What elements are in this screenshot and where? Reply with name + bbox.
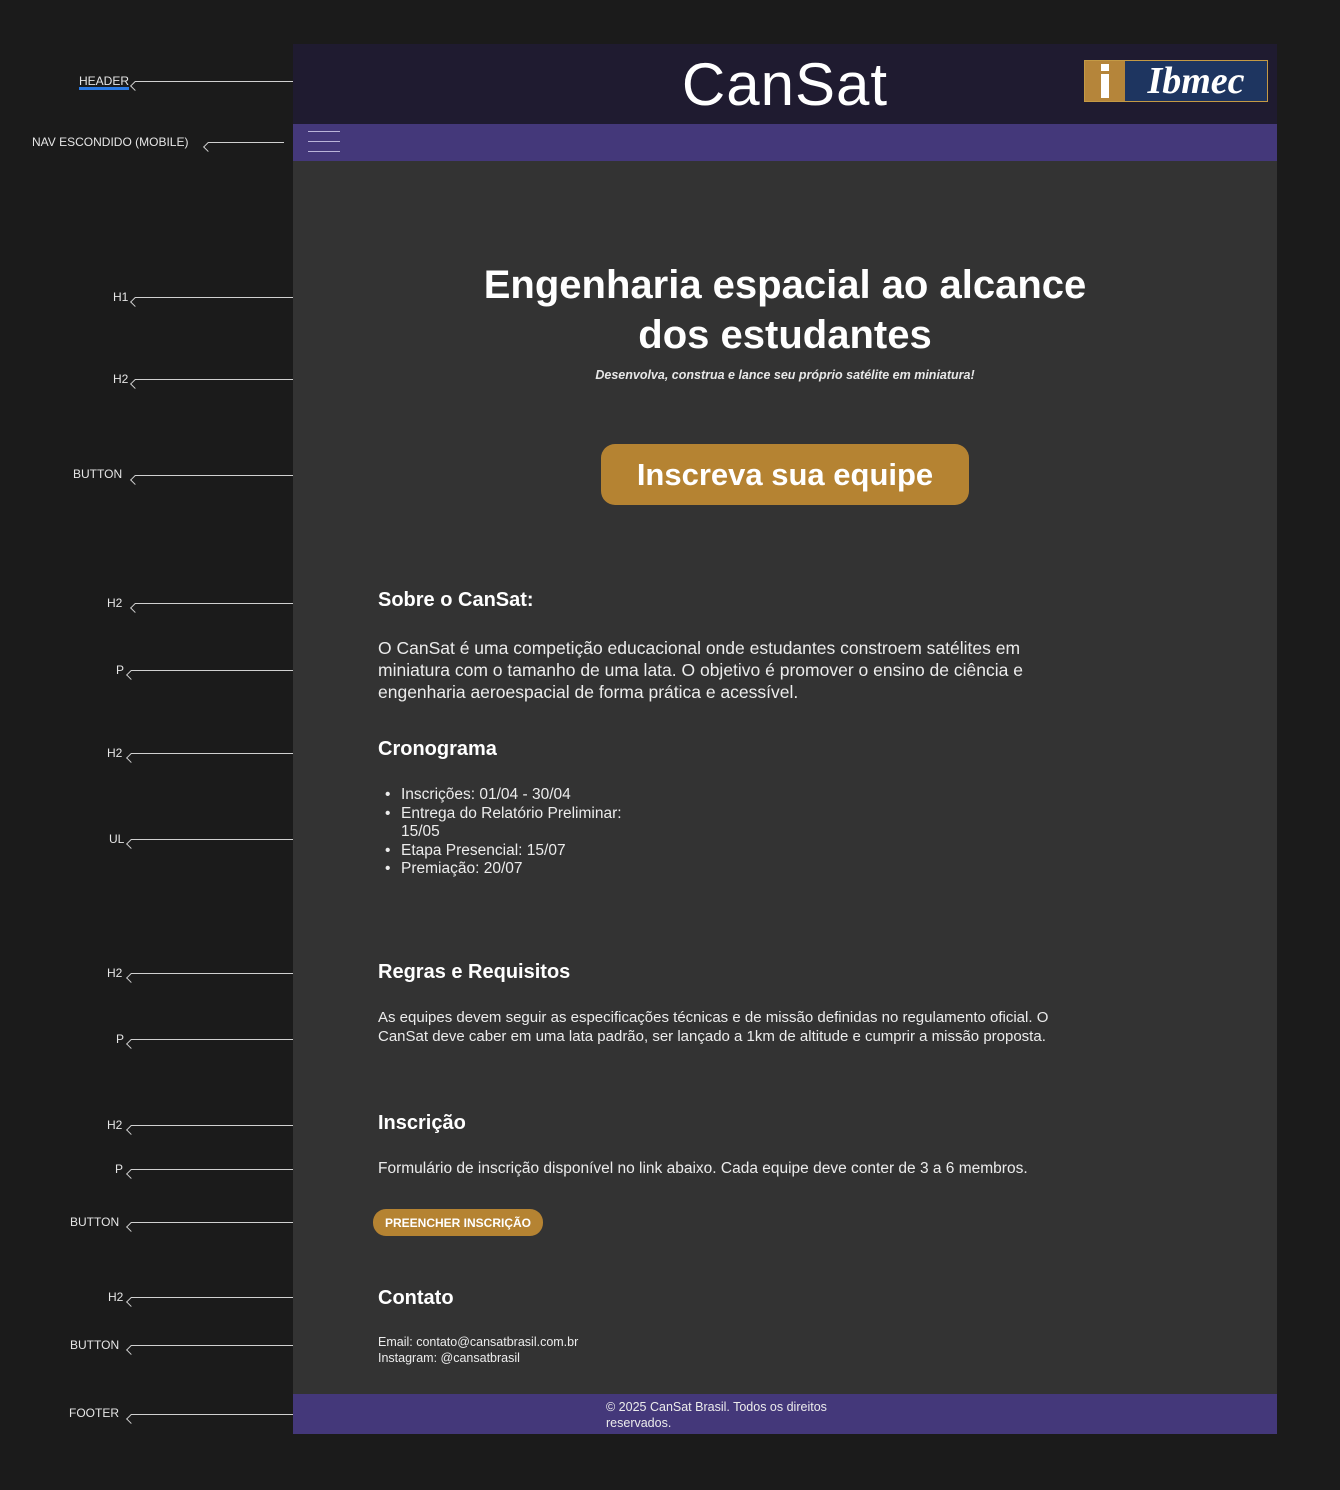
page-mockup: CanSat Ibmec Engenharia espacial ao alca… <box>293 44 1277 1434</box>
annotation-footer: FOOTER <box>69 1406 119 1420</box>
schedule-heading: Cronograma <box>378 738 497 760</box>
about-text: O CanSat é uma competição educacional on… <box>378 638 1023 702</box>
ibmec-logo[interactable]: Ibmec <box>1084 60 1268 102</box>
about-heading: Sobre o CanSat: <box>378 589 534 611</box>
annotation-h2-hero: H2 <box>113 372 129 386</box>
list-item: Inscrições: 01/04 - 30/04 <box>378 786 658 805</box>
fill-registration-button[interactable]: PREENCHER INSCRIÇÃO <box>373 1209 543 1236</box>
site-header: CanSat Ibmec <box>293 44 1277 124</box>
annotation-button-contact: BUTTON <box>70 1338 120 1352</box>
annotation-p-rules: P <box>116 1032 125 1046</box>
annotation-button-registration: BUTTON <box>70 1215 120 1229</box>
annotation-h2-rules: H2 <box>107 966 123 980</box>
list-item: Premiação: 20/07 <box>378 860 658 879</box>
list-item: Etapa Presencial: 15/07 <box>378 842 658 861</box>
annotation-button-hero: BUTTON <box>73 467 123 481</box>
arrow-left-icon <box>208 142 284 143</box>
annotation-h1: H1 <box>113 290 129 304</box>
hero-subtitle: Desenvolva, construa e lance seu próprio… <box>595 368 975 382</box>
annotation-h2-contact: H2 <box>108 1290 124 1304</box>
contact-heading: Contato <box>378 1287 454 1309</box>
site-footer: © 2025 CanSat Brasil. Todos os direitos … <box>293 1394 1277 1434</box>
ibmec-logo-mark-icon <box>1085 61 1125 101</box>
footer-copyright: © 2025 CanSat Brasil. Todos os direitos … <box>606 1400 827 1430</box>
annotation-ul: UL <box>109 832 125 846</box>
contact-email-link[interactable]: Email: contato@cansatbrasil.com.br <box>378 1334 578 1350</box>
annotation-h2-registration: H2 <box>107 1118 123 1132</box>
hamburger-menu-icon[interactable] <box>308 131 340 153</box>
annotation-nav: NAV ESCONDIDO (MOBILE) <box>32 135 189 149</box>
registration-heading: Inscrição <box>378 1112 466 1134</box>
annotation-h2-about: H2 <box>107 596 123 610</box>
schedule-list: Inscrições: 01/04 - 30/04 Entrega do Rel… <box>378 786 658 879</box>
annotation-h2-schedule: H2 <box>107 746 123 760</box>
registration-text: Formulário de inscrição disponível no li… <box>378 1160 1028 1177</box>
list-item: Entrega do Relatório Preliminar: 15/05 <box>378 805 658 842</box>
annotation-header: HEADER <box>79 74 130 88</box>
rules-text: As equipes devem seguir as especificaçõe… <box>378 1009 1049 1045</box>
annotation-p-about: P <box>116 663 125 677</box>
hero-title: Engenharia espacial ao alcance dos estud… <box>483 263 1087 357</box>
mobile-nav-bar <box>293 124 1277 161</box>
annotation-p-registration: P <box>115 1162 124 1176</box>
ibmec-logo-text: Ibmec <box>1147 60 1245 102</box>
register-team-button[interactable]: Inscreva sua equipe <box>601 444 969 505</box>
contact-info: Email: contato@cansatbrasil.com.br Insta… <box>378 1334 578 1366</box>
rules-heading: Regras e Requisitos <box>378 961 571 983</box>
contact-instagram-link[interactable]: Instagram: @cansatbrasil <box>378 1350 578 1366</box>
